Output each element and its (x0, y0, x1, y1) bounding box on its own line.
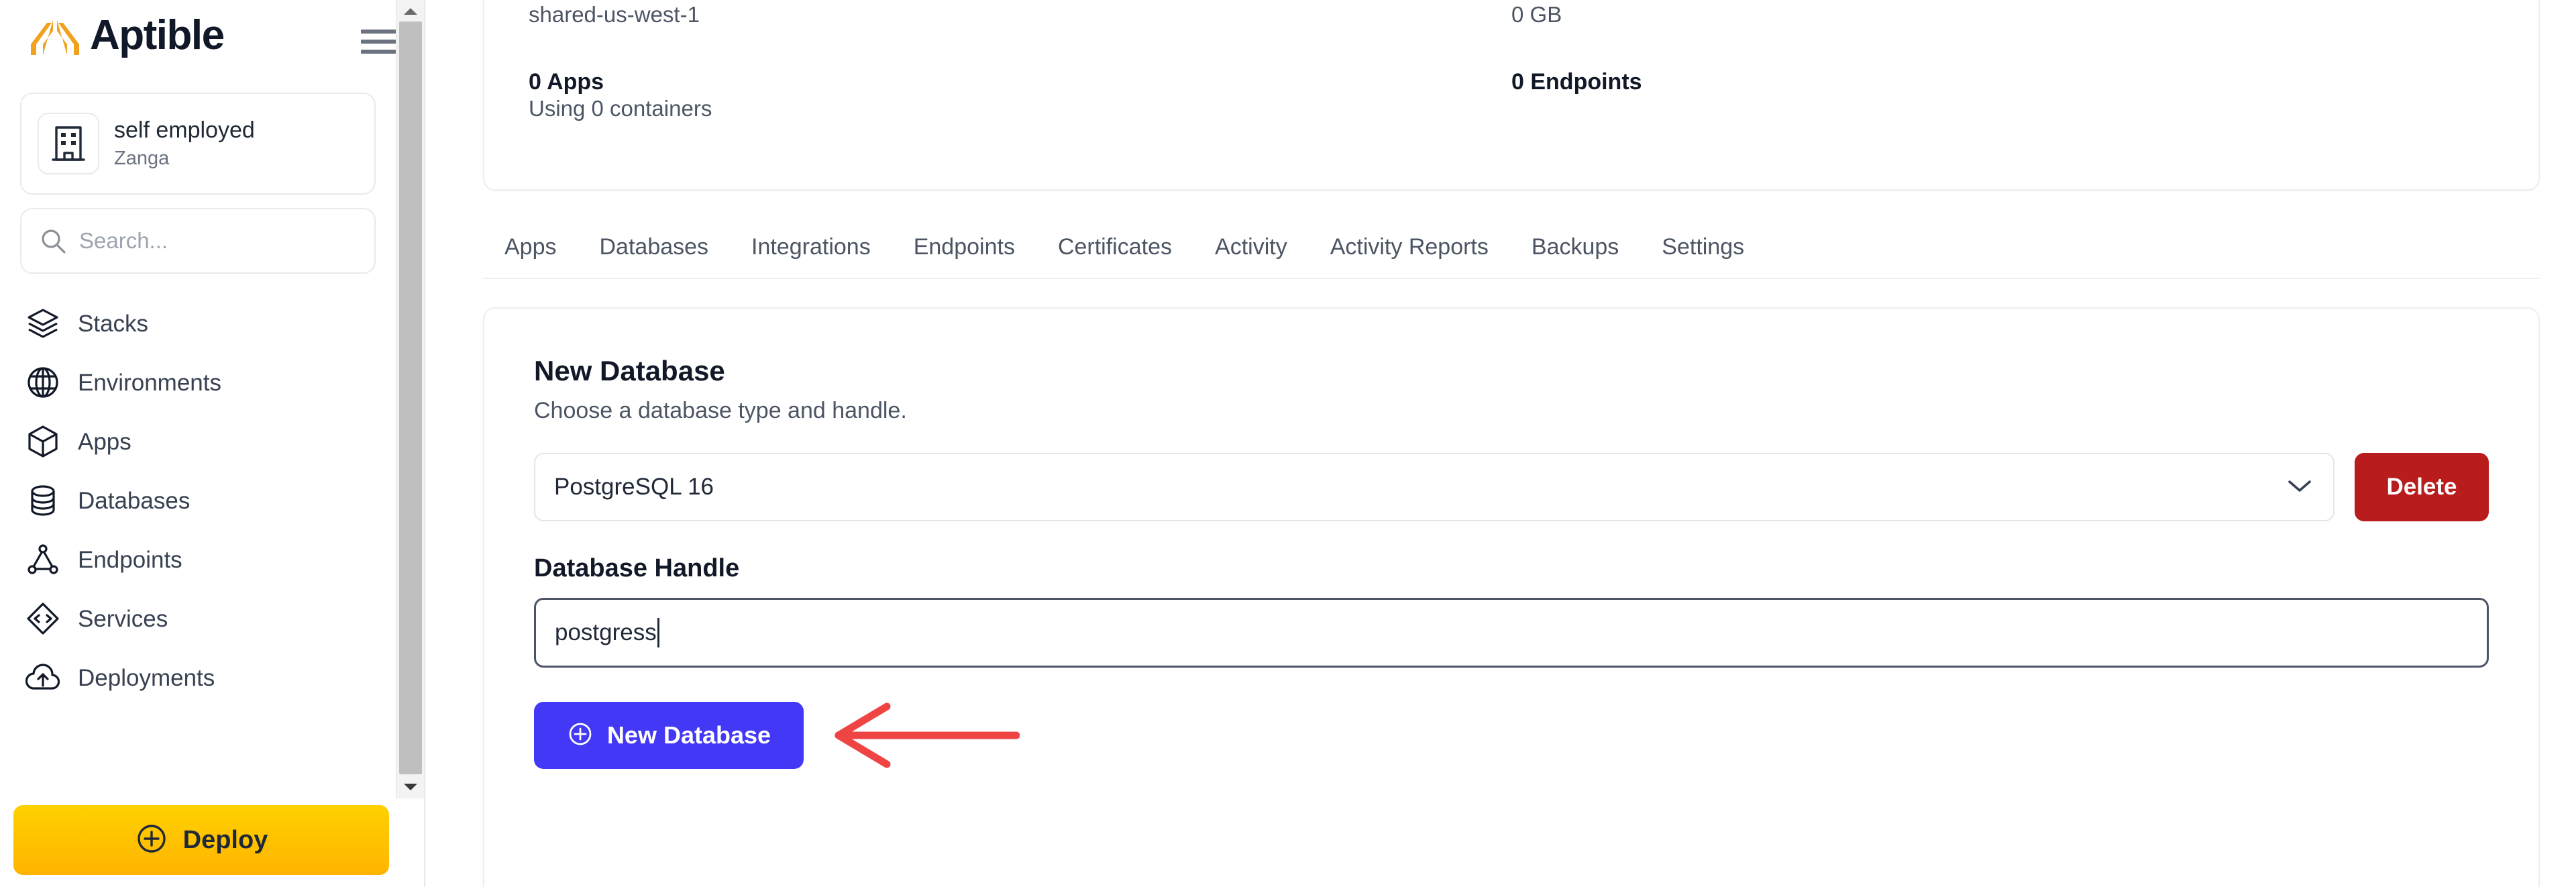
stats-col-region: shared-us-west-1 (529, 1, 1511, 28)
globe-icon (25, 365, 60, 400)
scroll-down-arrow-icon[interactable] (396, 777, 425, 797)
database-handle-label: Database Handle (534, 554, 740, 583)
sidebar-item-label: Deployments (78, 664, 215, 691)
tab-integrations[interactable]: Integrations (730, 236, 892, 258)
red-pointer-arrow-icon (835, 702, 1020, 768)
tab-endpoints[interactable]: Endpoints (892, 236, 1036, 258)
sidebar-item-label: Services (78, 605, 168, 632)
sidebar-item-label: Stacks (78, 310, 149, 337)
sidebar-item-endpoints[interactable]: Endpoints (0, 530, 396, 589)
hamburger-menu-icon[interactable] (361, 27, 396, 56)
sidebar-item-services[interactable]: Services (0, 589, 396, 648)
deploy-button[interactable]: Deploy (13, 805, 389, 875)
brand-name: Aptible (90, 12, 225, 58)
tab-activity-reports[interactable]: Activity Reports (1309, 236, 1510, 258)
sidebar-item-label: Endpoints (78, 546, 182, 573)
search-placeholder: Search... (79, 228, 168, 253)
search-input[interactable]: Search... (20, 208, 376, 274)
sidebar-item-deployments[interactable]: Deployments (0, 648, 396, 707)
organization-switcher[interactable]: self employed Zanga (20, 93, 376, 195)
form-subtitle: Choose a database type and handle. (534, 398, 907, 424)
new-database-button[interactable]: New Database (534, 701, 804, 769)
deploy-label: Deploy (182, 825, 268, 854)
submit-row: New Database (534, 698, 2489, 772)
hamburger-bar (361, 30, 396, 34)
database-handle-input[interactable]: postgress (534, 597, 2489, 668)
organization-name: self employed (114, 117, 255, 143)
sidebar-nav: Stacks Environments Apps Databases Endpo… (0, 294, 396, 707)
stats-col-endpoints: 0 Endpoints (1511, 68, 2494, 122)
environment-tabs: Apps Databases Integrations Endpoints Ce… (483, 216, 2540, 279)
hamburger-bar (361, 50, 396, 54)
stats-col-apps: 0 Apps Using 0 containers (529, 68, 1511, 122)
new-database-card: New Database Choose a database type and … (483, 307, 2540, 887)
organization-sub: Zanga (114, 147, 170, 169)
database-type-value: PostgreSQL 16 (554, 474, 714, 501)
cloud-upload-icon (25, 660, 60, 695)
scroll-up-arrow-icon[interactable] (396, 1, 425, 21)
chevron-down-icon (2286, 478, 2313, 497)
tab-settings[interactable]: Settings (1640, 236, 1766, 258)
new-database-button-label: New Database (606, 721, 771, 749)
sidebar-item-label: Environments (78, 369, 221, 396)
sidebar-item-environments[interactable]: Environments (0, 353, 396, 412)
sidebar-item-databases[interactable]: Databases (0, 471, 396, 530)
main-content: shared-us-west-1 0 GB 0 Apps Using 0 con… (425, 0, 2576, 887)
sidebar-item-label: Databases (78, 487, 191, 514)
sidebar-scrollbar[interactable] (396, 0, 424, 798)
organization-text: self employed Zanga (114, 117, 255, 170)
database-type-row: PostgreSQL 16 Delete (534, 453, 2489, 522)
sidebar-item-apps[interactable]: Apps (0, 412, 396, 471)
sidebar: Aptible self employed Zanga Search... St… (0, 0, 396, 887)
tab-apps[interactable]: Apps (483, 236, 578, 258)
stacks-icon (25, 306, 60, 341)
text-caret (657, 617, 659, 647)
endpoints-icon (25, 542, 60, 577)
cube-icon (25, 424, 60, 459)
app-root: Aptible self employed Zanga Search... St… (0, 0, 2576, 887)
delete-button[interactable]: Delete (2355, 453, 2489, 522)
scrollbar-thumb[interactable] (399, 21, 422, 774)
apps-count: 0 Apps (529, 68, 604, 95)
tab-backups[interactable]: Backups (1510, 236, 1640, 258)
stats-row-counts: 0 Apps Using 0 containers 0 Endpoints (529, 68, 2494, 122)
database-handle-value: postgress (555, 619, 657, 645)
environment-stats: shared-us-west-1 0 GB 0 Apps Using 0 con… (484, 1, 2538, 122)
search-icon (39, 227, 67, 255)
new-database-form: New Database Choose a database type and … (484, 309, 2538, 772)
stats-col-disk: 0 GB (1511, 1, 2494, 28)
apps-note: Using 0 containers (529, 96, 712, 121)
brand-logo[interactable]: Aptible (30, 12, 225, 58)
tab-databases[interactable]: Databases (578, 236, 731, 258)
hamburger-bar (361, 40, 396, 44)
database-icon (25, 483, 60, 518)
region-value: shared-us-west-1 (529, 2, 700, 27)
page-title: New Database (534, 355, 725, 386)
stats-row-region: shared-us-west-1 0 GB (529, 1, 2494, 28)
aptible-chevron-logo-icon (30, 15, 80, 56)
code-diamond-icon (25, 601, 60, 636)
plus-circle-icon (567, 721, 594, 749)
plus-circle-icon (135, 822, 168, 859)
tab-certificates[interactable]: Certificates (1036, 236, 1193, 258)
database-type-select[interactable]: PostgreSQL 16 (534, 453, 2334, 522)
endpoints-count: 0 Endpoints (1511, 68, 1642, 95)
building-icon (38, 113, 99, 174)
sidebar-item-stacks[interactable]: Stacks (0, 294, 396, 353)
environment-stats-card: shared-us-west-1 0 GB 0 Apps Using 0 con… (483, 0, 2540, 191)
disk-value: 0 GB (1511, 2, 1562, 27)
tab-activity[interactable]: Activity (1193, 236, 1309, 258)
sidebar-item-label: Apps (78, 428, 131, 455)
